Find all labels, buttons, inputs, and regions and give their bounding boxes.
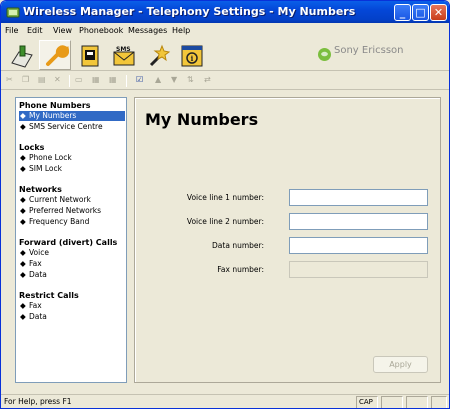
transfer-icon[interactable]: ⇄ [204,75,216,87]
brand-label: Sony Ericsson [334,45,404,56]
bullet-icon: ◆ [20,248,26,257]
nav-item-current-network[interactable]: ◆ Current Network [19,195,91,205]
nav-group-networks: Networks [19,185,62,194]
bullet-icon: ◆ [20,122,26,131]
menu-file[interactable]: File [5,26,18,35]
minimize-button[interactable]: _ [394,4,411,21]
messages-button[interactable]: SMS [107,40,139,70]
edit-toolbar: ✂ ❐ ▤ ✕ ▭ ▦ ▦ ☑ ▲ ▼ ⇅ ⇄ [1,72,449,90]
bullet-icon: ◆ [20,206,26,215]
bullet-icon: ◆ [20,312,26,321]
apply-button[interactable]: Apply [373,356,428,373]
nav-item-sim-lock[interactable]: ◆ SIM Lock [19,164,62,174]
menu-bar: File Edit View Phonebook Messages Help [1,23,449,39]
svg-text:i: i [191,54,194,63]
nav-item-forward-data[interactable]: ◆ Data [19,270,47,280]
wizard-button[interactable] [141,40,173,70]
svg-text:SMS: SMS [116,46,131,53]
menu-phonebook[interactable]: Phonebook [79,26,123,35]
delete-icon[interactable]: ✕ [54,75,66,87]
phone-connect-icon [11,45,33,68]
bullet-icon: ◆ [20,153,26,162]
window-title: Wireless Manager - Telephony Settings - … [23,5,356,18]
data-number-label: Data number: [212,241,264,250]
wireless-manager-app-icon [6,7,20,18]
voice-line-2-label: Voice line 2 number: [186,217,264,226]
nav-group-restrict-calls: Restrict Calls [19,291,79,300]
menu-view[interactable]: View [53,26,72,35]
upload-icon[interactable]: ▲ [155,75,167,87]
maximize-icon: □ [415,6,426,19]
settings-panel: My Numbers Voice line 1 number: Voice li… [134,97,441,383]
nav-item-forward-fax[interactable]: ◆ Fax [19,259,42,269]
properties-icon[interactable]: ☑ [136,75,148,87]
bullet-icon: ◆ [20,259,26,268]
page-title: My Numbers [145,110,259,129]
menu-help[interactable]: Help [172,26,190,35]
copy-icon[interactable]: ❐ [22,75,34,87]
card-icon[interactable]: ▭ [75,75,87,87]
bullet-icon: ◆ [20,195,26,204]
nav-group-forward-calls: Forward (divert) Calls [19,238,118,247]
phonebook-icon [81,45,99,67]
nav-group-locks: Locks [19,143,45,152]
maximize-button[interactable]: □ [412,4,429,21]
close-icon: ✕ [433,6,444,19]
voice-line-1-input[interactable] [289,189,428,206]
phone-connect-button[interactable] [5,40,37,70]
bullet-icon: ◆ [20,217,26,226]
telephony-settings-button[interactable] [39,40,71,70]
title-bar[interactable]: Wireless Manager - Telephony Settings - … [1,1,449,23]
nav-item-restrict-data[interactable]: ◆ Data [19,312,47,322]
nav-item-preferred-networks[interactable]: ◆ Preferred Networks [19,206,101,216]
toolbar-separator [126,75,127,87]
num-lock-indicator [381,396,403,408]
nav-item-phone-lock[interactable]: ◆ Phone Lock [19,153,72,163]
paste-icon[interactable]: ▤ [38,75,50,87]
about-button[interactable]: i [175,40,207,70]
menu-messages[interactable]: Messages [128,26,167,35]
close-button[interactable]: ✕ [430,4,447,21]
info-icon: i [181,45,203,67]
bullet-icon: ◆ [20,270,26,279]
scroll-lock-indicator [406,396,428,408]
phonebook-button[interactable] [73,40,105,70]
status-text: For Help, press F1 [4,397,72,406]
bullet-icon: ◆ [20,164,26,173]
toolbar-separator [69,75,70,87]
status-bar: For Help, press F1 CAP [1,394,449,408]
main-window: Wireless Manager - Telephony Settings - … [0,0,450,409]
bullet-icon: ◆ [20,111,26,120]
settings-navigation-list: Phone Numbers ◆ My Numbers ◆ SMS Service C… [15,97,127,383]
nav-item-sms-service-centre[interactable]: ◆ SMS Service Centre [19,122,103,132]
data-number-input[interactable] [289,237,428,254]
sony-ericsson-logo-icon [318,48,331,61]
sync-icon[interactable]: ⇅ [187,75,199,87]
nav-item-forward-voice[interactable]: ◆ Voice [19,248,49,258]
caps-lock-indicator: CAP [356,396,378,408]
minimize-icon: _ [399,6,406,19]
download-icon[interactable]: ▼ [171,75,183,87]
resize-grip[interactable] [431,396,447,408]
nav-item-frequency-band[interactable]: ◆ Frequency Band [19,217,89,227]
copy-to-phone-icon[interactable]: ▦ [92,75,104,87]
bullet-icon: ◆ [20,301,26,310]
cut-icon[interactable]: ✂ [6,75,18,87]
wizard-wand-icon [149,44,171,67]
fax-number-label: Fax number: [217,265,264,274]
nav-item-restrict-fax[interactable]: ◆ Fax [19,301,42,311]
nav-group-phone-numbers: Phone Numbers [19,101,91,110]
fax-number-input [289,261,428,278]
main-toolbar: SMS i Sony Ericsson [1,39,449,71]
sms-envelope-icon: SMS [113,46,135,66]
copy-to-pc-icon[interactable]: ▦ [109,75,121,87]
menu-edit[interactable]: Edit [27,26,43,35]
voice-line-2-input[interactable] [289,213,428,230]
voice-line-1-label: Voice line 1 number: [186,193,264,202]
nav-item-my-numbers[interactable]: ◆ My Numbers [19,111,125,121]
wrench-settings-icon [46,45,69,66]
